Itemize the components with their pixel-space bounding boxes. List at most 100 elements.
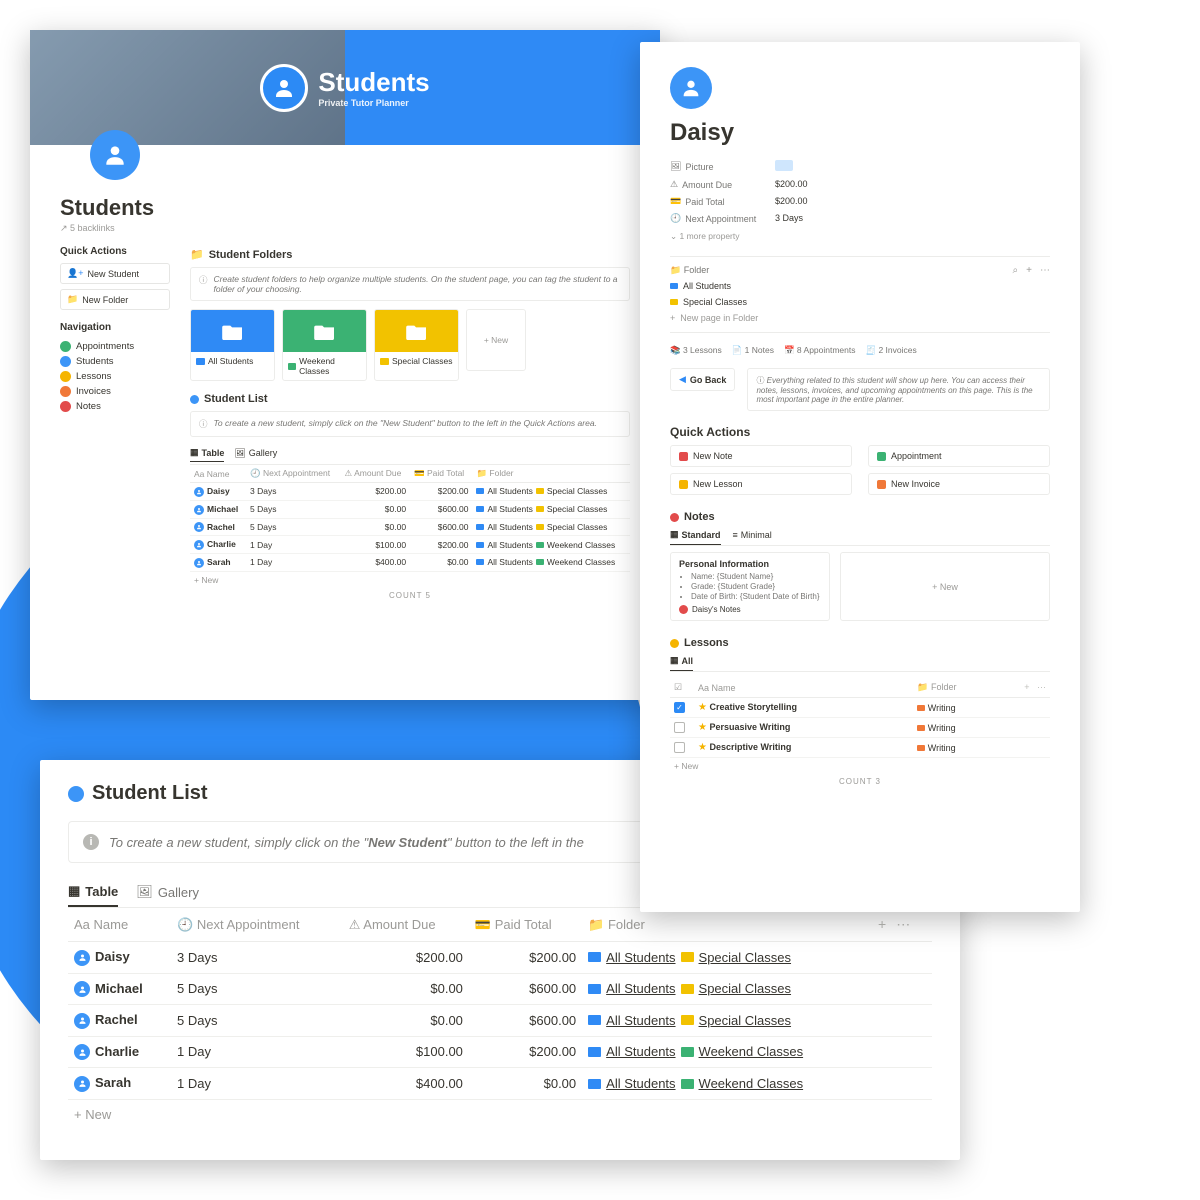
lesson-row[interactable]: ★ Persuasive Writing Writing [670,718,1050,738]
mini-new-row[interactable]: + New [190,572,630,588]
page-title: Students [60,195,630,221]
table-row[interactable]: Rachel5 Days$0.00$600.00All Students Spe… [190,518,630,536]
table-row[interactable]: Rachel5 Days$0.00$600.00All Students Spe… [68,1005,932,1037]
big-tab-gallery[interactable]: 🖼 Gallery [136,877,199,907]
checkbox[interactable] [674,742,685,753]
lessons-section-header: Lessons [670,637,1050,649]
more-icon[interactable]: ⋯ [1040,265,1050,276]
big-col-folder[interactable]: 📁 Folder [582,908,872,942]
notes-tab-standard[interactable]: ▦ Standard [670,529,721,545]
tab-table[interactable]: ▦ Table [190,447,224,462]
folder-new-card[interactable]: + New [466,309,526,371]
note-new-card[interactable]: + New [840,552,1050,621]
table-row[interactable]: Michael5 Days$0.00$600.00All Students Sp… [68,973,932,1005]
student-list-dot-icon [68,786,84,802]
qa-new-lesson[interactable]: New Lesson [670,473,852,495]
nav-item[interactable]: Lessons [60,369,170,384]
table-row[interactable]: Michael5 Days$0.00$600.00All Students Sp… [190,500,630,518]
lesson-row[interactable]: ★ Creative Storytelling Writing [670,698,1050,718]
nav-item[interactable]: Students [60,354,170,369]
new-student-button[interactable]: 👤+New Student [60,263,170,284]
backlinks-count[interactable]: ↗ 5 backlinks [60,223,630,234]
folder-card[interactable]: Weekend Classes [282,309,367,381]
navigation-header: Navigation [60,322,170,333]
hero-person-icon [260,64,308,112]
student-name-title: Daisy [670,119,1050,147]
folder-chip-special[interactable]: Special Classes [670,294,1050,310]
col-next[interactable]: 🕘 Next Appointment [246,465,341,483]
table-row[interactable]: Daisy3 Days$200.00$200.00All Students Sp… [68,942,932,974]
more-properties-toggle[interactable]: ⌄ 1 more property [670,227,1050,250]
prop-next-label: 🕘 Next Appointment [670,213,775,224]
students-main-panel: Students Private Tutor Planner Students … [30,30,660,700]
col-paid[interactable]: 💳 Paid Total [410,465,472,483]
table-row[interactable]: Charlie1 Day$100.00$200.00All Students W… [68,1036,932,1068]
big-col-due[interactable]: ⚠ Amount Due [343,908,469,942]
search-icon[interactable]: ⌕ [1013,265,1019,276]
big-new-row[interactable]: + New [68,1100,932,1129]
checkbox[interactable] [674,722,685,733]
big-col-paid[interactable]: 💳 Paid Total [469,908,582,942]
hero-banner: Students Private Tutor Planner [30,30,660,145]
table-row[interactable]: Sarah1 Day$400.00$0.00All Students Weeke… [68,1068,932,1100]
lessons-new-row[interactable]: + New [670,758,1050,774]
tab-gallery[interactable]: 🖼 Gallery [234,447,277,462]
big-student-table: Aa Name 🕘 Next Appointment ⚠ Amount Due … [68,908,932,1100]
folder-chip-all[interactable]: All Students [670,278,1050,294]
big-col-next[interactable]: 🕘 Next Appointment [171,908,343,942]
mini-student-table: Aa Name 🕘 Next Appointment ⚠ Amount Due … [190,465,630,572]
col-folder[interactable]: 📁 Folder [472,465,630,483]
new-folder-button[interactable]: 📁New Folder [60,289,170,310]
student-description: ⓘ Everything related to this student wil… [747,368,1050,411]
student-list-title: Student List [92,782,208,805]
col-due[interactable]: ⚠ Amount Due [341,465,411,483]
prop-picture-label: 🖼 Picture [670,160,775,173]
prop-amount-due-label: ⚠ Amount Due [670,179,775,190]
nav-item[interactable]: Appointments [60,339,170,354]
prop-paid-value: $200.00 [775,196,808,207]
student-folders-header: 📁Student Folders [190,248,630,261]
prop-next-value: 3 Days [775,213,803,224]
checkbox[interactable] [674,702,685,713]
big-add-column[interactable]: + [878,916,886,933]
relation-stats: 📚 3 Lessons 📄 1 Notes 📅 8 Appointments 🧾… [670,339,1050,362]
folder-card[interactable]: Special Classes [374,309,459,381]
prop-paid-label: 💳 Paid Total [670,196,775,207]
table-row[interactable]: Charlie1 Day$100.00$200.00All Students W… [190,536,630,554]
lessons-col-name[interactable]: Aa Name [694,678,913,698]
lessons-tab-all[interactable]: ▦ All [670,655,693,671]
student-detail-panel: Daisy 🖼 Picture ⚠ Amount Due$200.00 💳 Pa… [640,42,1080,912]
qa-appointment[interactable]: Appointment [868,445,1050,467]
table-row[interactable]: Sarah1 Day$400.00$0.00All Students Weeke… [190,554,630,572]
hero-subtitle: Private Tutor Planner [318,98,429,108]
nav-item[interactable]: Invoices [60,384,170,399]
mini-list-info: ⓘTo create a new student, simply click o… [190,411,630,437]
lessons-col-check[interactable]: ☑ [670,678,694,698]
notes-tab-minimal[interactable]: ≡ Minimal [733,529,772,545]
qa-new-invoice[interactable]: New Invoice [868,473,1050,495]
picture-value[interactable] [775,160,793,171]
add-icon[interactable]: + [1026,265,1032,276]
big-col-name[interactable]: Aa Name [68,908,171,942]
note-card[interactable]: Personal Information Name: {Student Name… [670,552,830,621]
page-icon [90,130,140,180]
nav-item[interactable]: Notes [60,399,170,414]
big-tab-table[interactable]: ▦ Table [68,877,118,907]
col-name[interactable]: Aa Name [190,465,246,483]
notes-section-header: Notes [670,511,1050,523]
mini-count: COUNT 5 [190,588,630,603]
lessons-col-folder[interactable]: 📁 Folder [913,678,1010,698]
go-back-button[interactable]: ◀Go Back [670,368,735,391]
folders-info: ⓘCreate student folders to help organize… [190,267,630,301]
prop-amount-due-value: $200.00 [775,179,808,190]
student-page-icon [670,67,712,109]
daisy-quick-actions-header: Quick Actions [670,425,1050,439]
lessons-table: ☑ Aa Name 📁 Folder + ⋯ ★ Creative Storyt… [670,678,1050,758]
folder-card[interactable]: All Students [190,309,275,381]
qa-new-note[interactable]: New Note [670,445,852,467]
lesson-row[interactable]: ★ Descriptive Writing Writing [670,738,1050,758]
lessons-add-col[interactable]: + ⋯ [1010,678,1050,698]
big-more-options[interactable]: ⋯ [896,916,910,933]
table-row[interactable]: Daisy3 Days$200.00$200.00All Students Sp… [190,483,630,501]
new-page-in-folder[interactable]: + New page in Folder [670,310,1050,326]
